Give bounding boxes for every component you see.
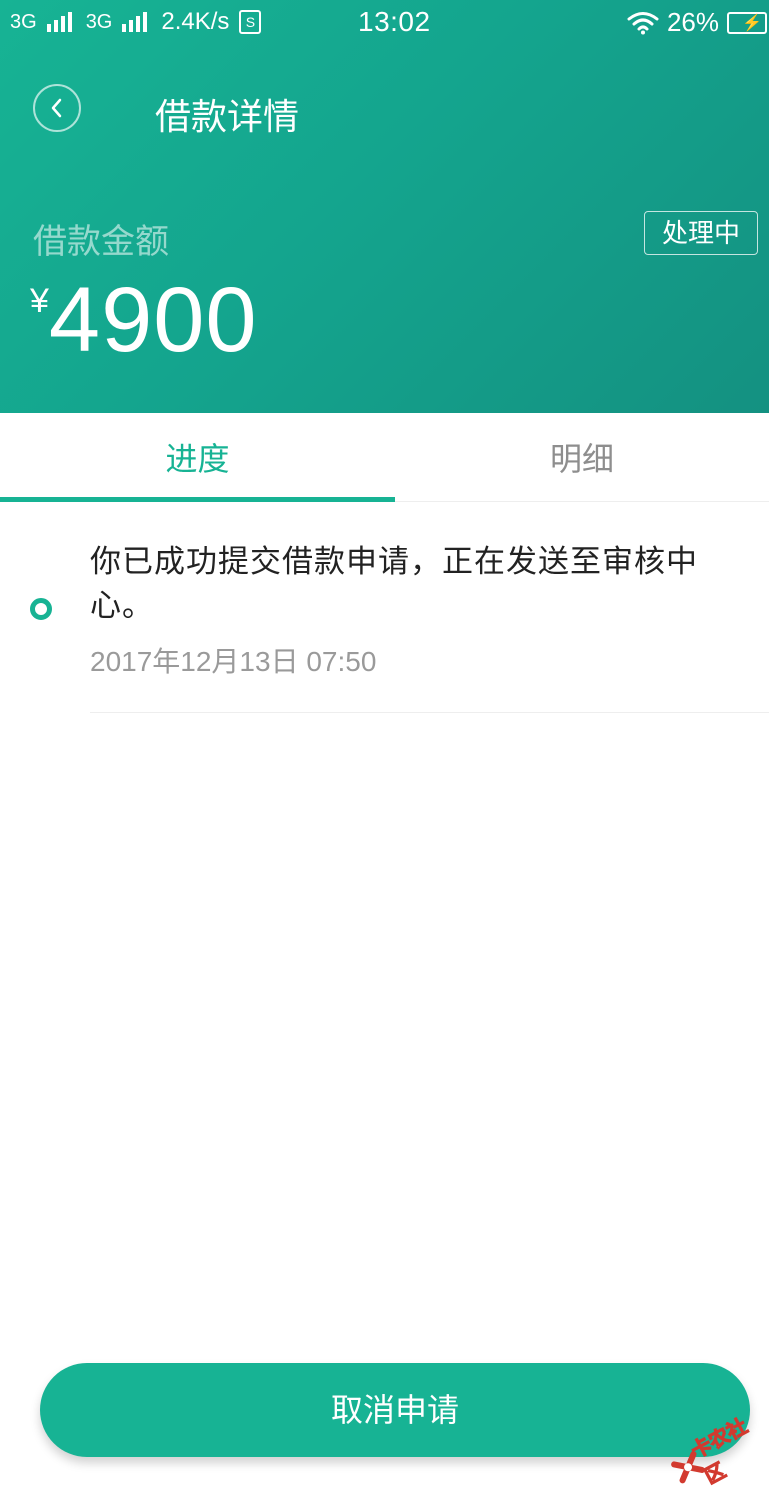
network-type-1: 3G — [10, 10, 37, 33]
network-type-2: 3G — [85, 10, 113, 33]
amount: ¥4900 — [30, 268, 258, 373]
status-badge: 处理中 — [644, 211, 758, 255]
battery-icon: ⚡ — [727, 11, 767, 34]
timeline: 你已成功提交借款申请，正在发送至审核中心。 2017年12月13日 07:50 — [0, 502, 769, 713]
tab-bar: 进度 明细 — [0, 413, 769, 502]
sim-icon: S — [239, 10, 262, 34]
amount-value: 4900 — [48, 269, 258, 371]
page-title: 借款详情 — [155, 97, 300, 138]
nav-bar: 借款详情 — [0, 70, 769, 150]
charging-icon: ⚡ — [742, 14, 762, 32]
loan-detail-page: 3G 3G 2.4K/s S 13:02 26% ⚡ 借款详情 借款金额 处理中… — [0, 0, 769, 1500]
currency-symbol: ¥ — [30, 282, 49, 320]
signal-icon — [46, 12, 72, 32]
chevron-left-icon — [51, 98, 62, 118]
amount-label: 借款金额 — [33, 222, 169, 262]
wifi-icon — [627, 11, 659, 34]
header: 3G 3G 2.4K/s S 13:02 26% ⚡ 借款详情 借款金额 处理中… — [0, 0, 769, 413]
timeline-dot-icon — [30, 598, 52, 620]
back-button[interactable] — [33, 84, 81, 132]
status-left: 3G 3G 2.4K/s S — [10, 8, 262, 36]
tab-detail[interactable]: 明细 — [395, 413, 769, 501]
timeline-item: 你已成功提交借款申请，正在发送至审核中心。 2017年12月13日 07:50 — [0, 502, 769, 713]
timeline-text: 你已成功提交借款申请，正在发送至审核中心。 — [90, 544, 698, 624]
status-time: 13:02 — [358, 6, 431, 37]
cancel-application-button[interactable]: 取消申请 — [40, 1363, 750, 1457]
network-speed: 2.4K/s — [161, 8, 230, 35]
divider — [90, 712, 769, 713]
timeline-time: 2017年12月13日 07:50 — [90, 646, 377, 677]
status-right: 26% ⚡ — [627, 7, 769, 38]
signal-icon — [122, 12, 148, 32]
status-bar: 3G 3G 2.4K/s S 13:02 26% ⚡ — [0, 0, 769, 48]
battery-percent: 26% — [666, 7, 719, 37]
tab-progress[interactable]: 进度 — [0, 413, 395, 501]
